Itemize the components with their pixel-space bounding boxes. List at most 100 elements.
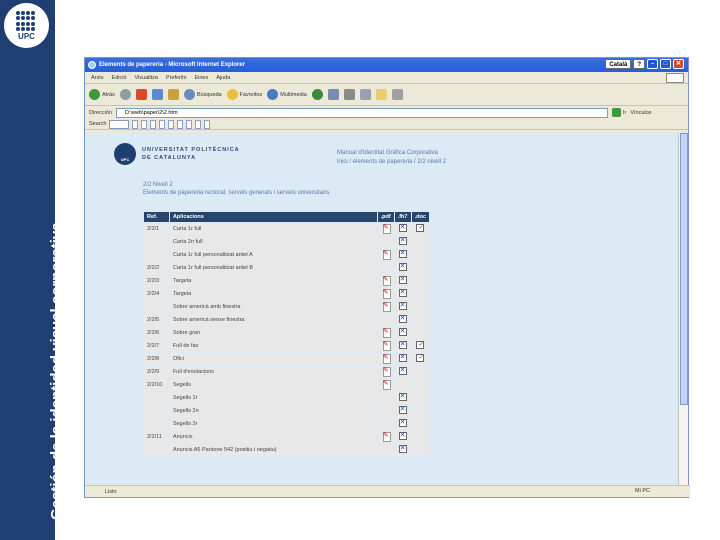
- freehand-icon[interactable]: [398, 366, 407, 375]
- doc-cell: [410, 391, 431, 405]
- folder-button[interactable]: [375, 89, 387, 100]
- freehand-icon[interactable]: [398, 314, 407, 323]
- word-doc-icon[interactable]: [416, 223, 425, 232]
- address-bar: Dirección D:\web\paper\2\2.htm Ir Víncul…: [85, 106, 688, 119]
- mail-button[interactable]: [327, 89, 339, 100]
- freehand-icon[interactable]: [398, 353, 407, 362]
- edit-button[interactable]: [359, 89, 371, 100]
- menu-visualitza[interactable]: Visualitza: [135, 75, 158, 81]
- stop-button[interactable]: [135, 89, 147, 100]
- favorites-button[interactable]: Favoritos: [226, 89, 262, 100]
- ref-cell: [143, 417, 170, 431]
- multimedia-button[interactable]: Multimedia: [267, 89, 307, 100]
- freehand-icon[interactable]: [398, 418, 407, 427]
- upc-logo: UPC: [4, 3, 49, 48]
- freehand-icon[interactable]: [398, 249, 407, 258]
- language-button[interactable]: Català: [605, 59, 632, 69]
- ref-cell: 2/2/1: [143, 222, 170, 236]
- doc-cell: [410, 274, 431, 288]
- close-button[interactable]: ✕: [673, 59, 684, 69]
- pdf-cell: [376, 287, 395, 301]
- application-cell: Sobre gran: [168, 326, 378, 340]
- minimize-button[interactable]: –: [647, 59, 658, 69]
- fh-cell: [393, 300, 412, 314]
- freehand-icon[interactable]: [398, 223, 407, 232]
- pdf-icon[interactable]: [382, 275, 391, 286]
- menu-edicio[interactable]: Edició: [112, 75, 127, 81]
- maximize-button[interactable]: □: [660, 59, 671, 69]
- forward-button[interactable]: [119, 89, 131, 100]
- application-cell: Targeta: [168, 287, 378, 301]
- pdf-cell: [376, 222, 395, 236]
- pdf-icon[interactable]: [382, 288, 391, 299]
- table-row: 2/2/5 Sobre americà sense finestra: [143, 313, 431, 327]
- link-button[interactable]: [141, 119, 148, 129]
- freehand-icon[interactable]: [398, 275, 407, 284]
- search-button[interactable]: Búsqueda: [183, 89, 222, 100]
- pdf-icon[interactable]: [382, 353, 391, 364]
- freehand-icon[interactable]: [398, 236, 407, 245]
- home-button[interactable]: [167, 89, 179, 100]
- application-cell: Carta 1r full: [168, 222, 378, 236]
- freehand-icon[interactable]: [398, 431, 407, 440]
- freehand-icon[interactable]: [398, 392, 407, 401]
- menu-preferits[interactable]: Preferits: [166, 75, 186, 81]
- link-button[interactable]: [177, 119, 184, 129]
- word-doc-icon[interactable]: [416, 353, 425, 362]
- pdf-icon[interactable]: [382, 249, 391, 260]
- link-button[interactable]: [159, 119, 166, 129]
- word-doc-icon[interactable]: [416, 340, 425, 349]
- go-button[interactable]: Ir: [611, 108, 626, 117]
- search-input[interactable]: [109, 119, 130, 129]
- link-button[interactable]: [195, 119, 202, 129]
- freehand-icon[interactable]: [398, 340, 407, 349]
- scrollbar-thumb[interactable]: [680, 133, 688, 405]
- back-button[interactable]: Atrás: [89, 89, 115, 100]
- stop-icon: [135, 89, 147, 100]
- pdf-icon[interactable]: [382, 327, 391, 338]
- freehand-icon[interactable]: [398, 444, 407, 453]
- freehand-icon[interactable]: [398, 262, 407, 271]
- refresh-icon: [151, 89, 163, 100]
- pdf-cell: [376, 235, 395, 249]
- print-button[interactable]: [343, 89, 355, 100]
- application-cell: Carta 2n full: [168, 235, 378, 249]
- ref-cell: 2/2/4: [143, 287, 170, 301]
- pdf-icon[interactable]: [382, 366, 391, 377]
- breadcrumb[interactable]: Inici / elements de papereria / 2/2 nive…: [337, 158, 446, 167]
- pdf-icon[interactable]: [382, 379, 391, 390]
- pdf-icon[interactable]: [382, 301, 391, 312]
- history-button[interactable]: [311, 89, 323, 100]
- table-row: Segells 1r: [143, 391, 431, 405]
- ref-cell: [143, 235, 170, 249]
- link-button[interactable]: [186, 119, 193, 129]
- upc-header: UPC UNIVERSITAT POLITÈCNICA DE CATALUNYA: [114, 143, 240, 165]
- link-button[interactable]: [150, 119, 157, 129]
- menu-arxiu[interactable]: Arxiu: [91, 75, 104, 81]
- manual-header: Manual d'Identitat Gràfica Corporativa I…: [337, 149, 446, 167]
- link-button[interactable]: [204, 119, 211, 129]
- menu-ajuda[interactable]: Ajuda: [216, 75, 230, 81]
- vertical-scrollbar[interactable]: [678, 133, 688, 485]
- status-bar: Listo Mi PC: [85, 485, 690, 497]
- refresh-button[interactable]: [151, 89, 163, 100]
- link-button[interactable]: [168, 119, 175, 129]
- freehand-icon[interactable]: [398, 301, 407, 310]
- media-icon: [267, 89, 279, 100]
- freehand-icon[interactable]: [398, 288, 407, 297]
- pdf-icon[interactable]: [382, 223, 391, 234]
- freehand-icon[interactable]: [398, 327, 407, 336]
- menu-eines[interactable]: Eines: [194, 75, 208, 81]
- address-input[interactable]: D:\web\paper\2\2.htm: [115, 107, 608, 118]
- table-row: Segells 2n: [143, 404, 431, 418]
- tools-button[interactable]: [391, 89, 403, 100]
- pdf-cell: [376, 430, 395, 444]
- links-label[interactable]: Vínculos: [630, 110, 651, 116]
- search-label: Search: [89, 121, 107, 127]
- freehand-icon[interactable]: [398, 405, 407, 414]
- link-button[interactable]: [132, 119, 139, 129]
- help-button[interactable]: ?: [633, 59, 645, 69]
- pdf-icon[interactable]: [382, 340, 391, 351]
- fh-cell: [393, 235, 412, 249]
- pdf-icon[interactable]: [382, 431, 391, 442]
